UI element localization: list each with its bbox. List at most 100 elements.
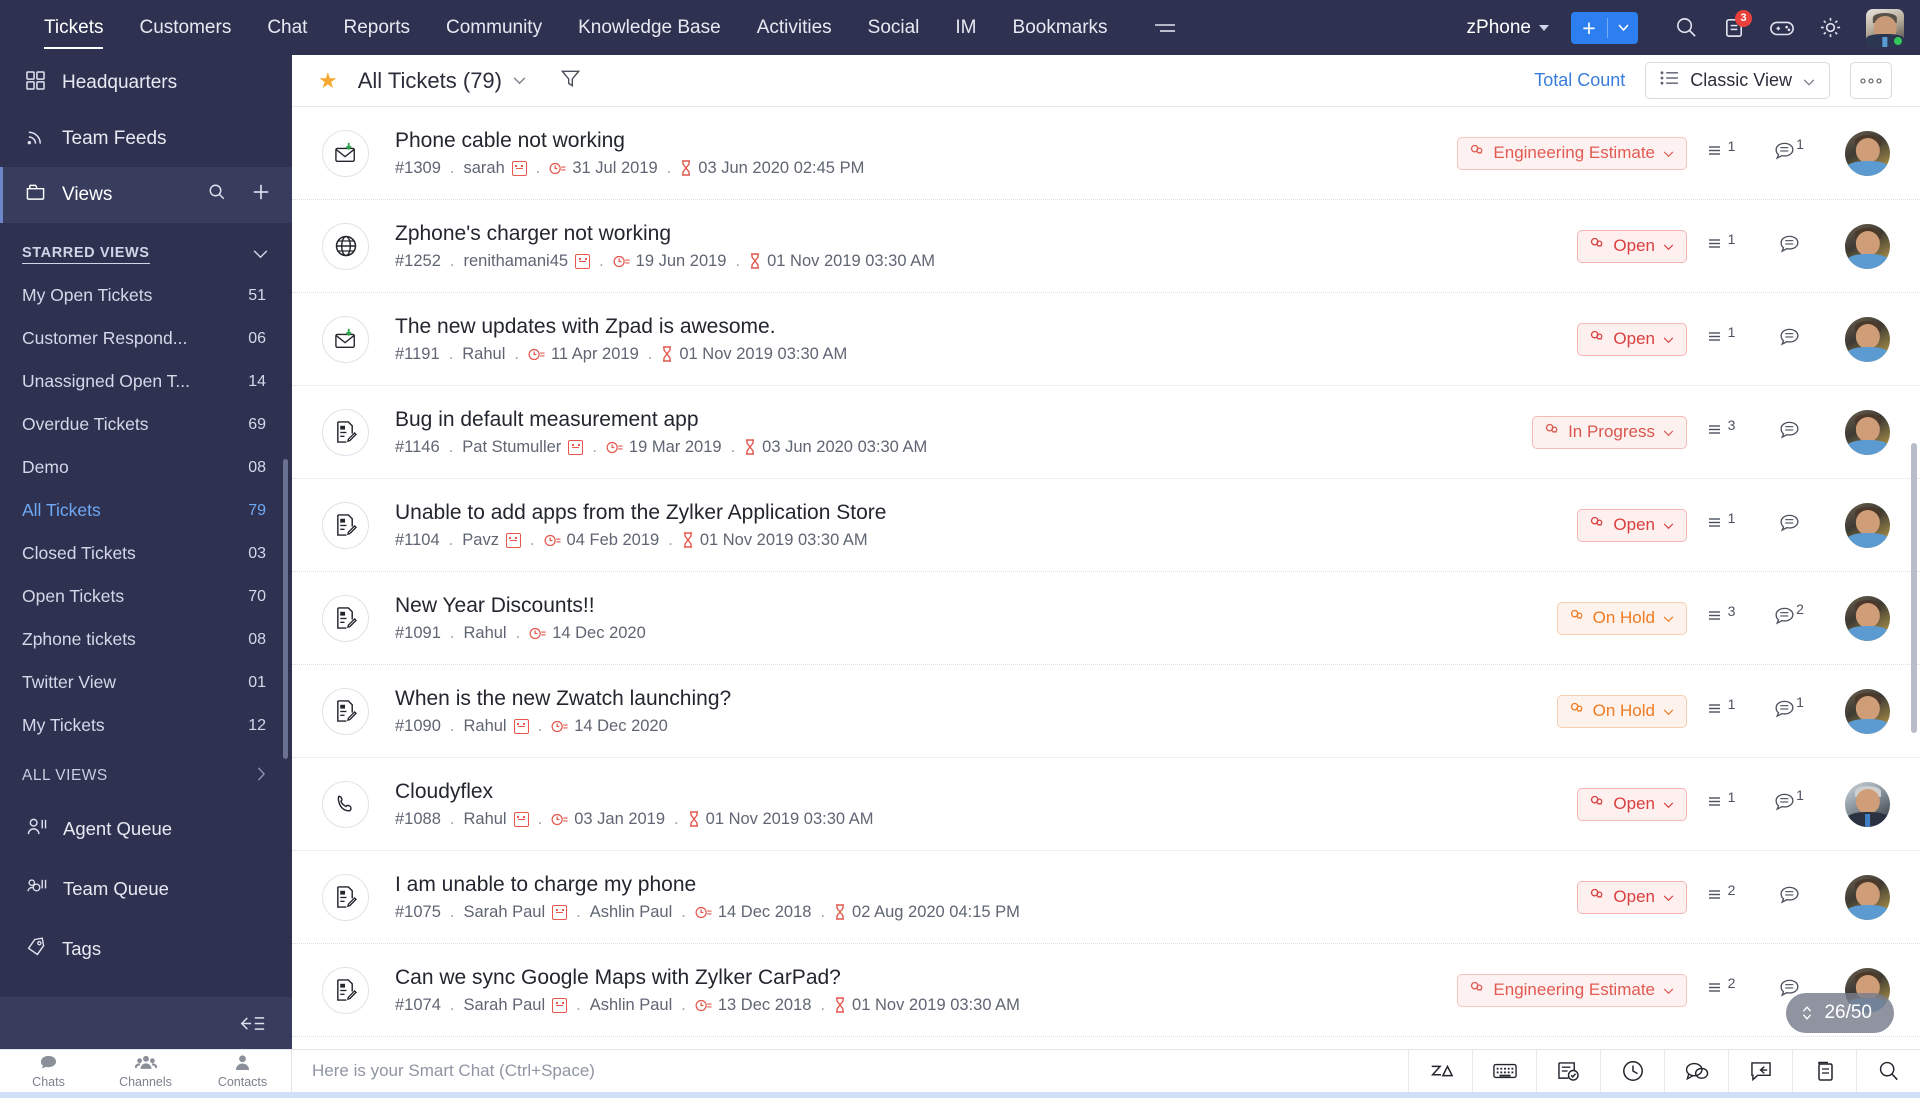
thread-count-button[interactable]: 3 [1687, 603, 1755, 628]
brand-selector[interactable]: zPhone [1467, 17, 1549, 39]
sidebar-view-item[interactable]: My Tickets 12 [0, 704, 292, 747]
status-badge[interactable]: Engineering Estimate [1457, 136, 1687, 170]
comment-count-button[interactable]: 1 [1755, 694, 1823, 723]
comment-count-button[interactable] [1755, 234, 1823, 258]
search-icon[interactable] [1856, 1050, 1920, 1092]
star-icon[interactable]: ★ [318, 68, 338, 94]
avatar[interactable] [1845, 688, 1890, 734]
ticket-subject[interactable]: New Year Discounts!! [395, 594, 1469, 618]
avatar[interactable] [1845, 874, 1890, 920]
sidebar-view-item[interactable]: Unassigned Open T... 14 [0, 360, 292, 403]
sidebar-view-item[interactable]: Customer Respond... 06 [0, 317, 292, 360]
comment-count-button[interactable]: 1 [1755, 136, 1823, 165]
list-scroll-thumb[interactable] [1911, 443, 1917, 733]
top-nav-link-bookmarks[interactable]: Bookmarks [995, 0, 1126, 55]
sidebar-view-item[interactable]: Zphone tickets 08 [0, 618, 292, 661]
sidebar-scrollbar[interactable] [283, 459, 288, 827]
top-nav-link-im[interactable]: IM [937, 0, 994, 55]
top-nav-link-tickets[interactable]: Tickets [26, 0, 121, 55]
thread-count-button[interactable]: 2 [1687, 882, 1755, 907]
comment-count-button[interactable]: 1 [1755, 787, 1823, 816]
collapse-sidebar-icon[interactable] [0, 997, 292, 1049]
clock-icon[interactable] [1600, 1050, 1664, 1092]
ticket-subject[interactable]: Unable to add apps from the Zylker Appli… [395, 501, 1469, 525]
ticket-subject[interactable]: Can we sync Google Maps with Zylker CarP… [395, 966, 1469, 990]
ticket-subject[interactable]: I am unable to charge my phone [395, 873, 1469, 897]
view-mode-selector[interactable]: Classic View [1645, 62, 1830, 99]
sidebar-view-item[interactable]: Twitter View 01 [0, 661, 292, 704]
list-scrollbar[interactable] [1911, 113, 1917, 1043]
filter-icon[interactable] [560, 68, 581, 94]
table-row[interactable]: Phone cable not working #1309. sarah. 31 Ju… [292, 107, 1920, 200]
status-badge[interactable]: On Hold [1556, 694, 1687, 728]
avatar[interactable] [1845, 316, 1890, 362]
comment-count-button[interactable]: 2 [1755, 601, 1823, 630]
sidebar-item-team-queue[interactable]: Team Queue [0, 859, 292, 919]
chevron-down-icon[interactable] [253, 247, 268, 263]
status-badge[interactable]: Engineering Estimate [1457, 973, 1687, 1007]
pagination-stepper[interactable] [1800, 1004, 1814, 1022]
thread-count-button[interactable]: 1 [1687, 138, 1755, 163]
task-check-icon[interactable] [1536, 1050, 1600, 1092]
thread-count-button[interactable]: 1 [1687, 510, 1755, 535]
zia-icon[interactable] [1408, 1050, 1472, 1092]
notes-icon[interactable]: 3 [1710, 0, 1758, 55]
thread-count-button[interactable]: 2 [1687, 975, 1755, 1000]
status-badge[interactable]: Open [1577, 508, 1687, 542]
search-icon[interactable] [208, 183, 226, 207]
top-nav-link-activities[interactable]: Activities [739, 0, 850, 55]
top-nav-link-customers[interactable]: Customers [121, 0, 249, 55]
status-badge[interactable]: Open [1577, 787, 1687, 821]
menu-icon[interactable] [1152, 20, 1178, 36]
table-row[interactable]: Cloudyflex #1088. Rahul. 03 Jan 2019. 01 Nov… [292, 758, 1920, 851]
avatar[interactable] [1845, 223, 1890, 269]
thread-count-button[interactable]: 1 [1687, 324, 1755, 349]
more-options-button[interactable] [1850, 62, 1892, 99]
avatar[interactable] [1845, 595, 1890, 641]
sidebar-item-all-views[interactable]: ALL VIEWS [0, 753, 292, 799]
thread-count-button[interactable]: 3 [1687, 417, 1755, 442]
status-badge[interactable]: Open [1577, 322, 1687, 356]
ticket-subject[interactable]: Phone cable not working [395, 129, 1469, 153]
avatar[interactable] [1845, 130, 1890, 176]
status-badge[interactable]: Open [1577, 880, 1687, 914]
table-row[interactable]: New Year Discounts!! #1091. Rahul. 14 Dec 2… [292, 572, 1920, 665]
sidebar-item-views[interactable]: Views [0, 167, 292, 223]
ticket-subject[interactable]: Bug in default measurement app [395, 408, 1469, 432]
avatar[interactable] [1845, 502, 1890, 548]
avatar[interactable] [1845, 781, 1890, 827]
comment-count-button[interactable] [1755, 513, 1823, 537]
table-row[interactable]: Unable to add apps from the Zylker Appli… [292, 479, 1920, 572]
comment-count-button[interactable] [1755, 420, 1823, 444]
gear-icon[interactable] [1806, 0, 1854, 55]
comment-count-button[interactable] [1755, 885, 1823, 909]
sidebar-item-team-feeds[interactable]: Team Feeds [0, 111, 292, 167]
sidebar-item-tags[interactable]: Tags [0, 919, 292, 979]
sidebar-view-item[interactable]: All Tickets 79 [0, 489, 292, 532]
table-row[interactable]: The new updates with Zpad is awesome. #11… [292, 293, 1920, 386]
ticket-subject[interactable]: When is the new Zwatch launching? [395, 687, 1469, 711]
top-nav-link-reports[interactable]: Reports [325, 0, 428, 55]
top-nav-link-chat[interactable]: Chat [249, 0, 325, 55]
thread-count-button[interactable]: 1 [1687, 696, 1755, 721]
search-icon[interactable] [1662, 0, 1710, 55]
pagination-indicator[interactable]: 26/50 [1786, 993, 1894, 1033]
sidebar-view-item[interactable]: My Open Tickets 51 [0, 274, 292, 317]
sidebar-view-item[interactable]: Open Tickets 70 [0, 575, 292, 618]
chat-icon[interactable] [1664, 1050, 1728, 1092]
table-row[interactable]: I am unable to charge my phone #1075. Sara… [292, 851, 1920, 944]
copy-icon[interactable] [1792, 1050, 1856, 1092]
add-button[interactable]: + [1571, 11, 1638, 44]
table-row[interactable]: When is the new Zwatch launching? #1090. R… [292, 665, 1920, 758]
reply-icon[interactable] [1728, 1050, 1792, 1092]
sidebar-view-item[interactable]: Overdue Tickets 69 [0, 403, 292, 446]
sidebar-view-item[interactable]: Demo 08 [0, 446, 292, 489]
chevron-down-icon[interactable] [513, 72, 526, 90]
bottom-tab-chats[interactable]: Chats [0, 1050, 97, 1092]
plus-icon[interactable] [252, 183, 270, 207]
total-count-link[interactable]: Total Count [1534, 70, 1625, 91]
comment-count-button[interactable] [1755, 327, 1823, 351]
status-badge[interactable]: On Hold [1556, 601, 1687, 635]
sidebar-item-agent-queue[interactable]: Agent Queue [0, 799, 292, 859]
sidebar-view-item[interactable]: Closed Tickets 03 [0, 532, 292, 575]
